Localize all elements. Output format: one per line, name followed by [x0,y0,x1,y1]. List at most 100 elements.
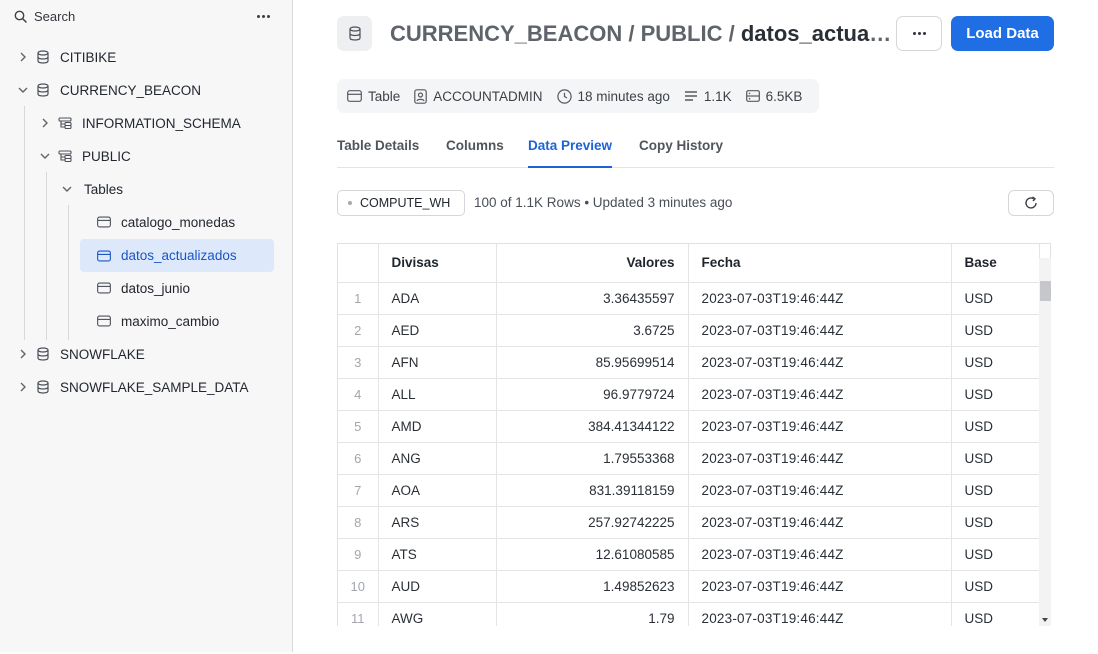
cell-base[interactable]: USD [951,538,1040,571]
tree-item-public[interactable]: PUBLIC [39,141,131,171]
cell-divisas[interactable]: ARS [378,506,497,539]
cell-base[interactable]: USD [951,602,1040,626]
chevron-down-icon[interactable] [17,84,29,96]
tree-item-snowflake-sample-data[interactable]: SNOWFLAKE_SAMPLE_DATA [17,372,249,402]
column-header[interactable]: Fecha [688,244,952,283]
tab-data-preview[interactable]: Data Preview [528,138,613,168]
meta-size: 6.5KB [745,89,802,104]
cell-divisas[interactable]: AMD [378,410,497,443]
table-row[interactable]: 3 AFN 85.95699514 2023-07-03T19:46:44Z USD [338,346,1040,379]
table-row[interactable]: 7 AOA 831.39118159 2023-07-03T19:46:44Z USD [338,474,1040,507]
cell-base[interactable]: USD [951,474,1040,507]
cell-base[interactable]: USD [951,378,1040,411]
cell-fecha[interactable]: 2023-07-03T19:46:44Z [688,314,952,347]
table-row[interactable]: 11 AWG 1.79 2023-07-03T19:46:44Z USD [338,602,1040,626]
cell-base[interactable]: USD [951,570,1040,603]
cell-divisas[interactable]: AUD [378,570,497,603]
cell-fecha[interactable]: 2023-07-03T19:46:44Z [688,506,952,539]
tab-table-details[interactable]: Table Details [337,138,419,168]
tree-item-citibike[interactable]: CITIBIKE [17,42,116,72]
table-row[interactable]: 6 ANG 1.79553368 2023-07-03T19:46:44Z USD [338,442,1040,475]
row-number: 10 [338,570,379,603]
cell-valores[interactable]: 96.9779724 [496,378,689,411]
cell-divisas[interactable]: ADA [378,282,497,315]
table-row[interactable]: 9 ATS 12.61080585 2023-07-03T19:46:44Z USD [338,538,1040,571]
row-number: 11 [338,602,379,626]
cell-divisas[interactable]: ALL [378,378,497,411]
table-row[interactable]: 5 AMD 384.41344122 2023-07-03T19:46:44Z USD [338,410,1040,443]
cell-base[interactable]: USD [951,282,1040,315]
cell-valores[interactable]: 1.79553368 [496,442,689,475]
cell-divisas[interactable]: AFN [378,346,497,379]
cell-valores[interactable]: 384.41344122 [496,410,689,443]
cell-fecha[interactable]: 2023-07-03T19:46:44Z [688,442,952,475]
scrollbar-thumb[interactable] [1040,281,1051,301]
cell-fecha[interactable]: 2023-07-03T19:46:44Z [688,282,952,315]
cell-valores[interactable]: 1.79 [496,602,689,626]
table-icon [97,281,111,295]
cell-fecha[interactable]: 2023-07-03T19:46:44Z [688,474,952,507]
cell-fecha[interactable]: 2023-07-03T19:46:44Z [688,346,952,379]
cell-valores[interactable]: 3.6725 [496,314,689,347]
tree-item-tables[interactable]: Tables [61,174,123,204]
cell-base[interactable]: USD [951,506,1040,539]
warehouse-selector[interactable]: COMPUTE_WH [337,190,465,216]
cell-valores[interactable]: 3.36435597 [496,282,689,315]
chevron-right-icon[interactable] [39,117,51,129]
cell-valores[interactable]: 85.95699514 [496,346,689,379]
refresh-button[interactable] [1008,190,1054,216]
column-header[interactable]: Valores [496,244,689,283]
chevron-right-icon[interactable] [17,381,29,393]
cell-base[interactable]: USD [951,346,1040,379]
cell-valores[interactable]: 831.39118159 [496,474,689,507]
cell-valores[interactable]: 257.92742225 [496,506,689,539]
cell-base[interactable]: USD [951,410,1040,443]
tree-item-information-schema[interactable]: INFORMATION_SCHEMA [39,108,241,138]
table-row[interactable]: 8 ARS 257.92742225 2023-07-03T19:46:44Z USD [338,506,1040,539]
table-row[interactable]: 1 ADA 3.36435597 2023-07-03T19:46:44Z USD [338,282,1040,315]
chevron-right-icon[interactable] [17,51,29,63]
cell-fecha[interactable]: 2023-07-03T19:46:44Z [688,378,952,411]
cell-divisas[interactable]: AWG [378,602,497,626]
load-data-button[interactable]: Load Data [951,16,1054,51]
cell-valores[interactable]: 1.49852623 [496,570,689,603]
tab-columns[interactable]: Columns [446,138,504,168]
tree-item-datos-junio[interactable]: datos_junio [80,273,274,303]
title-path[interactable]: CURRENCY_BEACON / PUBLIC / [390,21,741,46]
column-header[interactable]: Divisas [378,244,497,283]
more-actions-button[interactable] [896,16,942,51]
tree-item-maximo-cambio[interactable]: maximo_cambio [80,306,274,336]
cell-base[interactable]: USD [951,442,1040,475]
tree-item-datos-actualizados[interactable]: datos_actualizados [80,239,274,272]
chevron-down-icon[interactable] [61,183,73,195]
meta-owner-label: ACCOUNTADMIN [433,88,543,104]
scroll-down-arrow-icon[interactable] [1042,618,1048,622]
schema-icon [58,116,72,130]
tree-item-catalogo-monedas[interactable]: catalogo_monedas [80,207,274,237]
column-header[interactable]: Base [951,244,1040,283]
meta-modified: 18 minutes ago [556,89,670,104]
cell-fecha[interactable]: 2023-07-03T19:46:44Z [688,602,952,626]
cell-fecha[interactable]: 2023-07-03T19:46:44Z [688,538,952,571]
table-row[interactable]: 4 ALL 96.9779724 2023-07-03T19:46:44Z USD [338,378,1040,411]
tab-copy-history[interactable]: Copy History [639,138,723,168]
cell-divisas[interactable]: AOA [378,474,497,507]
sidebar-more-icon[interactable] [252,6,274,26]
cell-fecha[interactable]: 2023-07-03T19:46:44Z [688,410,952,443]
tree-item-snowflake[interactable]: SNOWFLAKE [17,339,145,369]
cell-fecha[interactable]: 2023-07-03T19:46:44Z [688,570,952,603]
vertical-scrollbar[interactable] [1039,258,1051,626]
cell-divisas[interactable]: AED [378,314,497,347]
row-number: 7 [338,474,379,507]
chevron-down-icon[interactable] [39,150,51,162]
cell-valores[interactable]: 12.61080585 [496,538,689,571]
table-icon [347,90,362,102]
search-row[interactable]: Search [14,6,274,26]
table-row[interactable]: 10 AUD 1.49852623 2023-07-03T19:46:44Z USD [338,570,1040,603]
tree-item-currency-beacon[interactable]: CURRENCY_BEACON [17,75,201,105]
cell-divisas[interactable]: ATS [378,538,497,571]
table-row[interactable]: 2 AED 3.6725 2023-07-03T19:46:44Z USD [338,314,1040,347]
chevron-right-icon[interactable] [17,348,29,360]
cell-divisas[interactable]: ANG [378,442,497,475]
cell-base[interactable]: USD [951,314,1040,347]
